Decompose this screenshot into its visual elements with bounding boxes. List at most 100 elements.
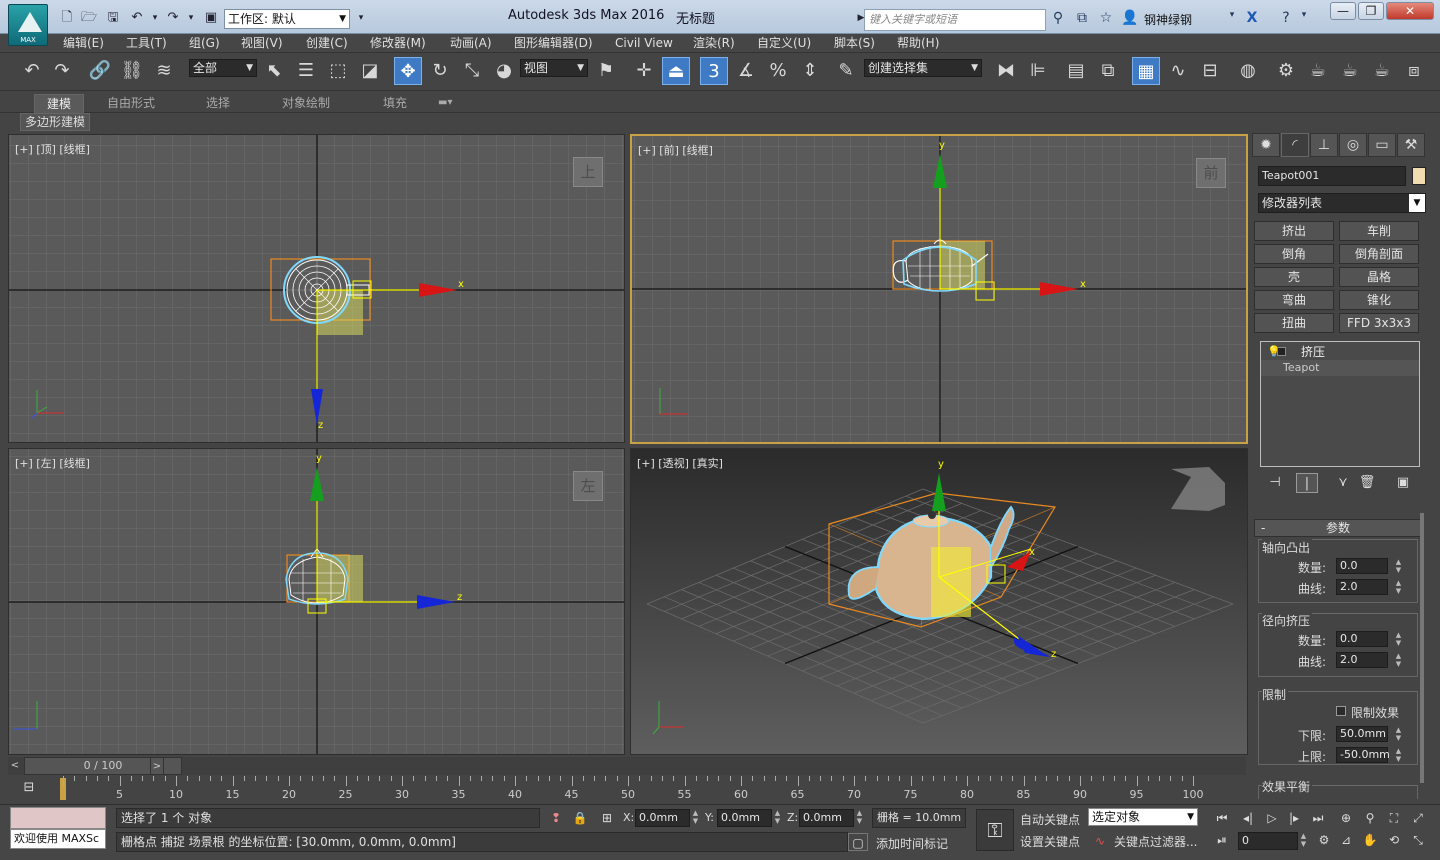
stack-modifier-item[interactable]: 挤压	[1261, 344, 1419, 360]
percent-snap-icon[interactable]: %	[764, 57, 792, 85]
modifier-button-bevel[interactable]: 倒角	[1254, 244, 1334, 264]
orbit-icon[interactable]: ⟲	[1384, 831, 1404, 849]
save-file-icon[interactable]: 🖫	[104, 10, 122, 26]
pivot-center-icon[interactable]: ⚑	[592, 57, 620, 85]
tab-freeform[interactable]: 自由形式	[107, 94, 155, 112]
key-target-dropdown[interactable]: 选定对象 ▼	[1088, 808, 1198, 826]
time-config-icon[interactable]: ⚙	[1314, 831, 1334, 849]
auto-key-button[interactable]: 自动关键点	[1020, 811, 1080, 828]
menu-help[interactable]: 帮助(H)	[897, 35, 939, 52]
key-mode-icon[interactable]: ⏯	[1212, 831, 1232, 849]
menu-views[interactable]: 视图(V)	[241, 35, 283, 52]
zoom-region-icon[interactable]: ⤢	[1408, 809, 1428, 827]
current-frame-field[interactable]: 0	[1238, 832, 1298, 850]
menu-customize[interactable]: 自定义(U)	[757, 35, 811, 52]
time-next-icon[interactable]: >	[150, 757, 164, 775]
mirror-icon[interactable]: ⧓	[992, 57, 1020, 85]
axial-amount-spinner[interactable]: ▲ ▼	[1394, 558, 1403, 574]
menu-scripting[interactable]: 脚本(S)	[834, 35, 875, 52]
menu-animation[interactable]: 动画(A)	[450, 35, 492, 52]
modifier-list-dropdown[interactable]: 修改器列表 ▼	[1258, 193, 1426, 213]
select-by-name-icon[interactable]: ☰	[292, 57, 320, 85]
menu-tools[interactable]: 工具(T)	[126, 35, 167, 52]
spinner-snap-icon[interactable]: ⇕	[796, 57, 824, 85]
modifier-button-bevel-profile[interactable]: 倒角剖面	[1339, 244, 1419, 264]
play-icon[interactable]: ▷	[1262, 809, 1282, 827]
next-frame-icon[interactable]: |▸	[1284, 809, 1304, 827]
axial-amount-field[interactable]: 0.0	[1336, 558, 1388, 574]
undo-icon[interactable]: ↶	[18, 57, 46, 85]
project-folder-icon[interactable]: ▣	[202, 10, 220, 26]
modifier-button-ffd[interactable]: FFD 3x3x3	[1339, 313, 1419, 333]
radial-amount-field[interactable]: 0.0	[1336, 631, 1388, 647]
modifier-button-shell[interactable]: 壳	[1254, 267, 1334, 287]
workspace-dropdown[interactable]: 工作区: 默认 ▼	[224, 9, 350, 29]
redo-icon[interactable]: ↷	[164, 10, 182, 26]
menu-group[interactable]: 组(G)	[189, 35, 220, 52]
welcome-text[interactable]: 欢迎使用 MAXSc	[10, 829, 106, 849]
menu-rendering[interactable]: 渲染(R)	[693, 35, 735, 52]
keyboard-shortcut-override-icon[interactable]: ⏏	[662, 57, 690, 85]
axial-curve-spinner[interactable]: ▲ ▼	[1394, 579, 1403, 595]
menu-edit[interactable]: 编辑(E)	[63, 35, 104, 52]
render-online-icon[interactable]: ⧈	[1400, 57, 1428, 85]
utilities-panel-icon[interactable]: ⚒	[1397, 133, 1425, 157]
display-panel-icon[interactable]: ▭	[1368, 133, 1396, 157]
undo-dropdown-icon[interactable]: ▾	[146, 10, 164, 26]
pan-view-icon[interactable]: ✋	[1360, 831, 1380, 849]
go-to-end-icon[interactable]: ⏭	[1308, 809, 1328, 827]
y-coord-spinner[interactable]: ▲ ▼	[773, 809, 782, 827]
go-to-start-icon[interactable]: ⏮	[1212, 809, 1232, 827]
manipulate-icon[interactable]: ✛	[630, 57, 658, 85]
select-scale-icon[interactable]: ⤡	[458, 57, 486, 85]
modifier-button-lattice[interactable]: 晶格	[1339, 267, 1419, 287]
angle-snap-icon[interactable]: ∡	[732, 57, 760, 85]
track-bar[interactable]: ⊟ 5 10 15 20 25 30 35 40 45 50 55 60 65 70 75 80 85 90 95 1…	[0, 776, 1250, 804]
lower-limit-field[interactable]: 50.0mm	[1336, 726, 1388, 742]
selection-lock-icon[interactable]: 🔒	[570, 809, 590, 827]
new-file-icon[interactable]: 🗋	[58, 10, 76, 26]
ribbon-panel-label[interactable]: 多边形建模	[20, 113, 90, 131]
close-button[interactable]: ✕	[1386, 2, 1434, 20]
exchange-icon[interactable]: X	[1242, 10, 1262, 28]
axial-curve-field[interactable]: 2.0	[1336, 579, 1388, 595]
set-key-button[interactable]: 设置关键点	[1020, 833, 1080, 850]
limit-effect-checkbox[interactable]	[1336, 706, 1346, 716]
menu-create[interactable]: 创建(C)	[306, 35, 348, 52]
modify-panel-icon[interactable]: ◜	[1281, 133, 1309, 157]
viewcube[interactable]: 左	[573, 471, 603, 501]
previous-frame-icon[interactable]: ◂|	[1238, 809, 1258, 827]
menu-modifiers[interactable]: 修改器(M)	[370, 35, 426, 52]
user-icon[interactable]: 👤	[1120, 10, 1140, 28]
place-icon[interactable]: ◕	[490, 57, 518, 85]
open-file-icon[interactable]: 🗁	[80, 10, 98, 26]
maxscript-listener-mini[interactable]	[10, 807, 106, 829]
modifier-stack[interactable]: 💡 挤压 Teapot	[1260, 341, 1420, 467]
scene-explorer-icon[interactable]: ▤	[1062, 57, 1090, 85]
minimize-button[interactable]: —	[1330, 2, 1356, 20]
render-iterative-icon[interactable]: ☕	[1368, 57, 1396, 85]
viewport-front[interactable]: [+] [前] [线框] 前 x y	[630, 134, 1248, 444]
app-menu-button[interactable]: MAX	[8, 4, 48, 46]
z-coord-field[interactable]: 0.0mm	[799, 809, 854, 827]
favorites-star-icon[interactable]: ☆	[1096, 10, 1116, 28]
curve-editor-icon[interactable]: ∿	[1164, 57, 1192, 85]
subscription-icon[interactable]: ⧉	[1072, 10, 1092, 28]
select-rotate-icon[interactable]: ↻	[426, 57, 454, 85]
radial-curve-spinner[interactable]: ▲ ▼	[1394, 652, 1403, 668]
tab-modeling[interactable]: 建模	[34, 94, 85, 114]
menu-civil-view[interactable]: Civil View	[615, 35, 673, 52]
layer-explorer-icon[interactable]: ⧉	[1094, 57, 1122, 85]
bind-space-warp-icon[interactable]: ≋	[150, 57, 178, 85]
viewport-left[interactable]: [+] [左] [线框] 左 z y	[8, 448, 625, 755]
window-crossing-icon[interactable]: ◪	[356, 57, 384, 85]
hierarchy-panel-icon[interactable]: ⊥	[1310, 133, 1338, 157]
binoculars-icon[interactable]: ⚲	[1048, 10, 1068, 28]
help-icon[interactable]: ?	[1276, 10, 1296, 28]
zoom-icon[interactable]: ⚲	[1360, 809, 1380, 827]
modifier-button-taper[interactable]: 锥化	[1339, 290, 1419, 310]
key-filters-button[interactable]: 关键点过滤器...	[1114, 833, 1197, 850]
radial-amount-spinner[interactable]: ▲ ▼	[1394, 631, 1403, 647]
stack-base-object[interactable]: Teapot	[1261, 360, 1419, 376]
menu-graph-editors[interactable]: 图形编辑器(D)	[514, 35, 593, 52]
